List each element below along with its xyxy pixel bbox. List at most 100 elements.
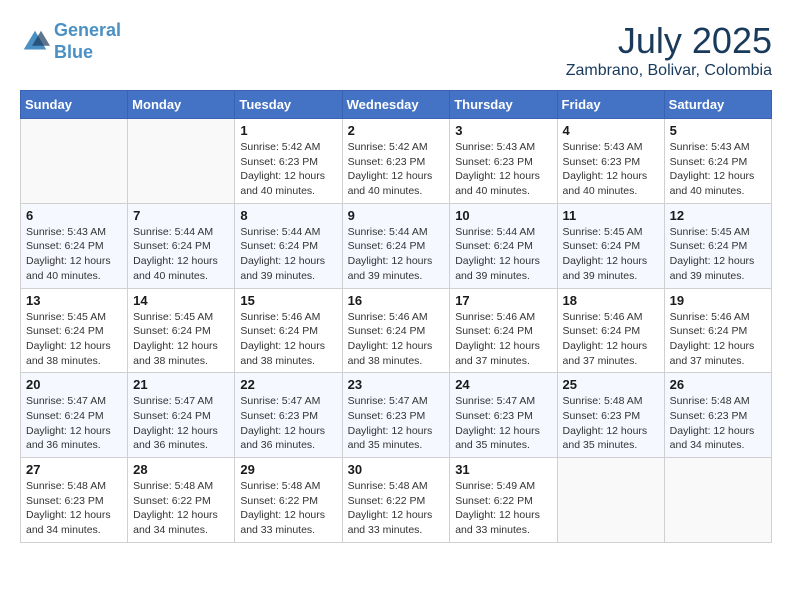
calendar-cell: 16 Sunrise: 5:46 AM Sunset: 6:24 PM Dayli… [342,288,450,373]
day-number: 5 [670,123,766,138]
location: Zambrano, Bolivar, Colombia [566,62,772,80]
day-number: 24 [455,377,551,392]
day-info: Sunrise: 5:46 AM Sunset: 6:24 PM Dayligh… [455,310,551,369]
calendar-cell [664,458,771,543]
day-info: Sunrise: 5:42 AM Sunset: 6:23 PM Dayligh… [240,140,336,199]
day-info: Sunrise: 5:44 AM Sunset: 6:24 PM Dayligh… [348,225,445,284]
calendar-cell: 10 Sunrise: 5:44 AM Sunset: 6:24 PM Dayli… [450,203,557,288]
calendar-cell: 19 Sunrise: 5:46 AM Sunset: 6:24 PM Dayli… [664,288,771,373]
day-info: Sunrise: 5:48 AM Sunset: 6:23 PM Dayligh… [26,479,122,538]
calendar-cell: 4 Sunrise: 5:43 AM Sunset: 6:23 PM Daylig… [557,119,664,204]
weekday-header: Saturday [664,91,771,119]
day-number: 29 [240,462,336,477]
day-info: Sunrise: 5:48 AM Sunset: 6:23 PM Dayligh… [563,394,659,453]
calendar-cell: 24 Sunrise: 5:47 AM Sunset: 6:23 PM Dayli… [450,373,557,458]
day-info: Sunrise: 5:45 AM Sunset: 6:24 PM Dayligh… [670,225,766,284]
title-block: July 2025 Zambrano, Bolivar, Colombia [566,20,772,80]
day-info: Sunrise: 5:43 AM Sunset: 6:23 PM Dayligh… [563,140,659,199]
calendar-table: SundayMondayTuesdayWednesdayThursdayFrid… [20,90,772,543]
calendar-cell: 25 Sunrise: 5:48 AM Sunset: 6:23 PM Dayli… [557,373,664,458]
calendar-cell: 14 Sunrise: 5:45 AM Sunset: 6:24 PM Dayli… [128,288,235,373]
calendar-cell: 21 Sunrise: 5:47 AM Sunset: 6:24 PM Dayli… [128,373,235,458]
day-number: 3 [455,123,551,138]
calendar-week-row: 6 Sunrise: 5:43 AM Sunset: 6:24 PM Daylig… [21,203,772,288]
day-info: Sunrise: 5:46 AM Sunset: 6:24 PM Dayligh… [348,310,445,369]
logo-text: General Blue [54,20,121,63]
day-number: 13 [26,293,122,308]
day-info: Sunrise: 5:43 AM Sunset: 6:24 PM Dayligh… [26,225,122,284]
calendar-cell: 23Sunrise: 5:47 AM Sunset: 6:23 PM Dayli… [342,373,450,458]
calendar-cell: 2 Sunrise: 5:42 AM Sunset: 6:23 PM Daylig… [342,119,450,204]
day-number: 26 [670,377,766,392]
calendar-cell [128,119,235,204]
day-info: Sunrise: 5:43 AM Sunset: 6:23 PM Dayligh… [455,140,551,199]
calendar-cell: 26 Sunrise: 5:48 AM Sunset: 6:23 PM Dayli… [664,373,771,458]
day-number: 17 [455,293,551,308]
day-info: Sunrise: 5:44 AM Sunset: 6:24 PM Dayligh… [240,225,336,284]
calendar-cell: 30 Sunrise: 5:48 AM Sunset: 6:22 PM Dayli… [342,458,450,543]
day-info: Sunrise: 5:47 AM Sunset: 6:23 PM Dayligh… [455,394,551,453]
day-number: 28 [133,462,229,477]
day-info: Sunrise: 5:47 AM Sunset: 6:24 PM Dayligh… [133,394,229,453]
calendar-cell: 22 Sunrise: 5:47 AM Sunset: 6:23 PM Dayli… [235,373,342,458]
calendar-week-row: 1Sunrise: 5:42 AM Sunset: 6:23 PM Daylig… [21,119,772,204]
day-info: Sunrise: 5:48 AM Sunset: 6:22 PM Dayligh… [133,479,229,538]
calendar-cell: 13 Sunrise: 5:45 AM Sunset: 6:24 PM Dayli… [21,288,128,373]
day-number: 20 [26,377,122,392]
day-number: 16 [348,293,445,308]
day-number: 6 [26,208,122,223]
calendar-cell: 18Sunrise: 5:46 AM Sunset: 6:24 PM Dayli… [557,288,664,373]
weekday-header: Friday [557,91,664,119]
day-number: 10 [455,208,551,223]
day-number: 22 [240,377,336,392]
day-info: Sunrise: 5:43 AM Sunset: 6:24 PM Dayligh… [670,140,766,199]
day-number: 21 [133,377,229,392]
calendar-cell: 15Sunrise: 5:46 AM Sunset: 6:24 PM Dayli… [235,288,342,373]
weekday-header: Thursday [450,91,557,119]
logo-icon [20,27,50,57]
day-info: Sunrise: 5:48 AM Sunset: 6:23 PM Dayligh… [670,394,766,453]
calendar-cell: 17 Sunrise: 5:46 AM Sunset: 6:24 PM Dayli… [450,288,557,373]
calendar-cell [21,119,128,204]
month-title: July 2025 [566,20,772,62]
calendar-cell: 6 Sunrise: 5:43 AM Sunset: 6:24 PM Daylig… [21,203,128,288]
day-info: Sunrise: 5:44 AM Sunset: 6:24 PM Dayligh… [133,225,229,284]
day-info: Sunrise: 5:45 AM Sunset: 6:24 PM Dayligh… [563,225,659,284]
calendar-week-row: 20 Sunrise: 5:47 AM Sunset: 6:24 PM Dayli… [21,373,772,458]
day-info: Sunrise: 5:46 AM Sunset: 6:24 PM Dayligh… [670,310,766,369]
calendar-cell: 27Sunrise: 5:48 AM Sunset: 6:23 PM Dayli… [21,458,128,543]
day-info: Sunrise: 5:42 AM Sunset: 6:23 PM Dayligh… [348,140,445,199]
calendar-cell: 29 Sunrise: 5:48 AM Sunset: 6:22 PM Dayli… [235,458,342,543]
day-number: 9 [348,208,445,223]
day-number: 14 [133,293,229,308]
day-number: 19 [670,293,766,308]
day-info: Sunrise: 5:45 AM Sunset: 6:24 PM Dayligh… [133,310,229,369]
day-number: 7 [133,208,229,223]
calendar-cell: 28 Sunrise: 5:48 AM Sunset: 6:22 PM Dayli… [128,458,235,543]
day-number: 2 [348,123,445,138]
day-info: Sunrise: 5:47 AM Sunset: 6:23 PM Dayligh… [240,394,336,453]
day-info: Sunrise: 5:44 AM Sunset: 6:24 PM Dayligh… [455,225,551,284]
calendar-week-row: 27Sunrise: 5:48 AM Sunset: 6:23 PM Dayli… [21,458,772,543]
day-number: 15 [240,293,336,308]
calendar-cell [557,458,664,543]
day-info: Sunrise: 5:45 AM Sunset: 6:24 PM Dayligh… [26,310,122,369]
day-number: 23 [348,377,445,392]
day-number: 11 [563,208,659,223]
day-number: 4 [563,123,659,138]
day-number: 25 [563,377,659,392]
calendar-cell: 31Sunrise: 5:49 AM Sunset: 6:22 PM Dayli… [450,458,557,543]
day-info: Sunrise: 5:47 AM Sunset: 6:24 PM Dayligh… [26,394,122,453]
calendar-cell: 12 Sunrise: 5:45 AM Sunset: 6:24 PM Dayli… [664,203,771,288]
calendar-week-row: 13 Sunrise: 5:45 AM Sunset: 6:24 PM Dayli… [21,288,772,373]
logo-line2: Blue [54,42,93,62]
calendar-cell: 20 Sunrise: 5:47 AM Sunset: 6:24 PM Dayli… [21,373,128,458]
weekday-header: Sunday [21,91,128,119]
day-info: Sunrise: 5:48 AM Sunset: 6:22 PM Dayligh… [240,479,336,538]
weekday-header: Wednesday [342,91,450,119]
day-number: 12 [670,208,766,223]
day-number: 30 [348,462,445,477]
weekday-header: Monday [128,91,235,119]
day-info: Sunrise: 5:48 AM Sunset: 6:22 PM Dayligh… [348,479,445,538]
day-number: 18 [563,293,659,308]
